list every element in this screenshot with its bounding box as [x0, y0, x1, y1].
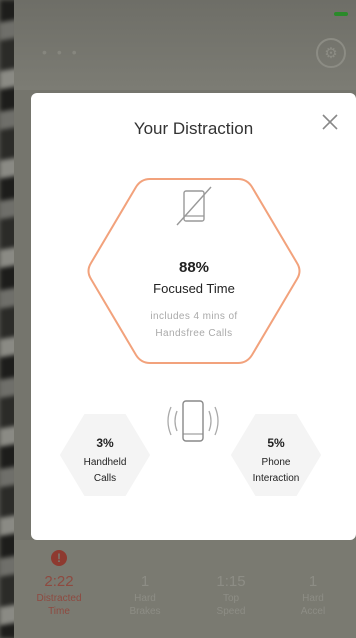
focused-note: includes 4 mins of Handsfree Calls — [150, 311, 238, 339]
stat-distracted-time: ! 2:22 Distracted Time — [36, 550, 82, 617]
vibrating-phone-icon — [161, 397, 227, 447]
stat-hard-accel: 1 Hard Accel — [300, 573, 326, 617]
no-phone-icon — [176, 186, 212, 226]
background-dots: ••• — [42, 44, 87, 60]
phone-interaction-hexagon: 5% Phone Interaction — [230, 413, 322, 497]
battery-indicator — [334, 12, 348, 16]
alert-icon: ! — [51, 550, 67, 566]
stat-hard-brakes: 1 Hard Brakes — [129, 573, 161, 617]
focused-time-hexagon: 88% Focused Time includes 4 mins of Hand… — [81, 171, 307, 371]
handheld-label: Handheld Calls — [83, 457, 127, 484]
modal-title: Your Distraction — [133, 119, 254, 138]
close-button[interactable] — [316, 108, 344, 136]
interaction-percent: 5% — [267, 436, 285, 450]
background-stats-bar: ! 2:22 Distracted Time 1 Hard Brakes 1:1… — [14, 540, 356, 638]
stat-top-speed: 1:15 Top Speed — [216, 573, 246, 617]
background-map-header: ••• ⚙ — [14, 0, 356, 90]
handheld-percent: 3% — [96, 436, 114, 450]
handheld-calls-hexagon: 3% Handheld Calls — [59, 413, 151, 497]
distraction-modal: Your Distraction 88% Focused Time includ… — [31, 93, 356, 540]
settings-icon: ⚙ — [316, 38, 346, 68]
focused-label: Focused Time — [153, 281, 235, 296]
close-icon — [322, 114, 338, 130]
interaction-label: Phone Interaction — [252, 457, 300, 484]
focused-percent: 88% — [178, 259, 210, 276]
